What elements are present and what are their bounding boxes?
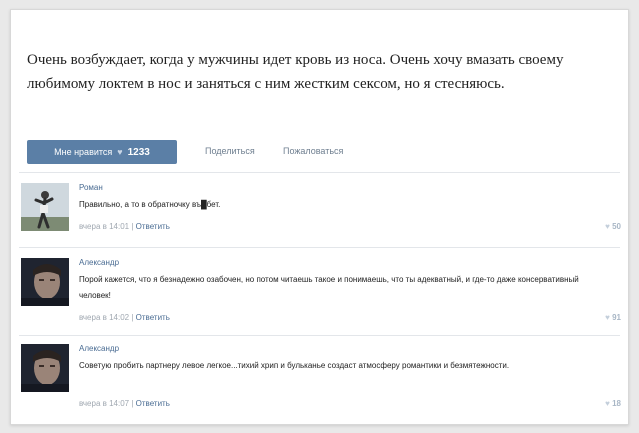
avatar[interactable] [21, 344, 69, 392]
post-text: Очень возбуждает, когда у мужчины идет к… [27, 52, 564, 92]
comment-meta: вчера в 14:01 | Ответить [79, 222, 170, 231]
heart-icon: ♥ [605, 313, 610, 322]
divider [19, 335, 620, 336]
comment-like[interactable]: ♥ 18 [605, 399, 621, 408]
comment-time[interactable]: вчера в 14:07 [79, 399, 129, 408]
like-label: Мне нравится [54, 147, 113, 157]
comment-item: Александр Порой кажется, что я безнадежн… [21, 258, 621, 328]
comment-text: Правильно, а то в обратночку въ█бет. [79, 200, 221, 209]
comment-author[interactable]: Александр [79, 258, 119, 267]
comment-like-count: 18 [612, 399, 621, 408]
avatar[interactable] [21, 258, 69, 306]
comment-author[interactable]: Роман [79, 183, 103, 192]
comment-time[interactable]: вчера в 14:01 [79, 222, 129, 231]
comment-like-count: 91 [612, 313, 621, 322]
avatar[interactable] [21, 183, 69, 231]
comment-like[interactable]: ♥ 91 [605, 313, 621, 322]
report-link[interactable]: Пожаловаться [283, 146, 343, 156]
divider [19, 172, 620, 173]
reply-link[interactable]: Ответить [136, 399, 170, 408]
comment-item: Роман Правильно, а то в обратночку въ█бе… [21, 183, 621, 241]
share-link[interactable]: Поделиться [205, 146, 255, 156]
reply-link[interactable]: Ответить [136, 222, 170, 231]
heart-icon: ♥ [605, 399, 610, 408]
divider [19, 247, 620, 248]
comment-time[interactable]: вчера в 14:02 [79, 313, 129, 322]
post-card: Очень возбуждает, когда у мужчины идет к… [10, 9, 629, 425]
comment-text: Порой кажется, что я безнадежно озабочен… [79, 275, 579, 300]
reply-link[interactable]: Ответить [136, 313, 170, 322]
like-button[interactable]: Мне нравится ♥ 1233 [27, 140, 177, 164]
heart-icon: ♥ [117, 147, 123, 157]
comment-meta: вчера в 14:07 | Ответить [79, 399, 170, 408]
comment-like[interactable]: ♥ 50 [605, 222, 621, 231]
heart-icon: ♥ [605, 222, 610, 231]
comment-meta: вчера в 14:02 | Ответить [79, 313, 170, 322]
comment-author[interactable]: Александр [79, 344, 119, 353]
comment-item: Александр Советую пробить партнеру левое… [21, 344, 621, 414]
comment-like-count: 50 [612, 222, 621, 231]
comment-text: Советую пробить партнеру левое легкое...… [79, 361, 510, 370]
like-count: 1233 [127, 146, 150, 158]
